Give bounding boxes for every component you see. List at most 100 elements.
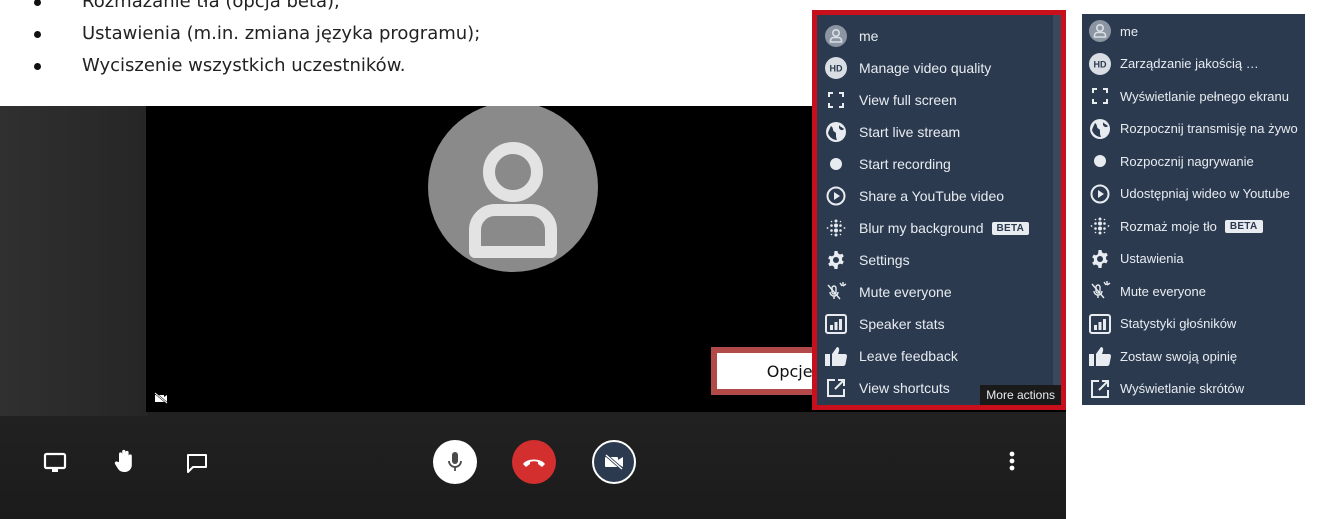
menu-item-label: Rozpocznij transmisję na żywo [1120, 121, 1298, 136]
chat-bubble-icon [187, 454, 207, 473]
menu-item-gear[interactable]: Settings [817, 244, 910, 276]
menu-item-label: View shortcuts [859, 380, 950, 396]
menu-item-label: Udostępniaj wideo w Youtube [1120, 186, 1290, 201]
menu-item-label: Mute everyone [859, 284, 952, 300]
menu-item-mute-everyone[interactable]: Mute everyone [817, 276, 952, 308]
raise-hand-button[interactable] [110, 446, 140, 476]
play-circle-icon [823, 183, 849, 209]
record-icon [1088, 148, 1112, 174]
chat-button[interactable] [182, 448, 212, 478]
fullscreen-icon [823, 87, 849, 113]
menu-item-globe[interactable]: Start live stream [817, 116, 960, 148]
more-actions-menu-en: me HD Manage video quality View full screen… [817, 15, 1061, 405]
hangup-button[interactable] [512, 440, 556, 484]
screen-share-button[interactable] [40, 448, 70, 478]
external-link-icon [1088, 376, 1112, 402]
phone-hangup-icon [523, 459, 545, 467]
camera-toggle-button[interactable] [592, 440, 636, 484]
more-actions-menu-pl: me HD Zarządzanie jakością … Wyświetlanie p… [1082, 14, 1305, 405]
svg-text:HD: HD [830, 64, 843, 74]
menu-item-stats[interactable]: Speaker stats [817, 308, 945, 340]
user-silhouette-icon [469, 142, 557, 258]
menu-item-external-link[interactable]: Wyświetlanie skrótów [1082, 373, 1244, 405]
menu-item-label: Zarządzanie jakością … [1120, 56, 1259, 71]
bullet-dot [34, 31, 41, 38]
bullet-item: Rozmazanie tła (opcja beta); [30, 0, 480, 18]
monitor-icon [43, 452, 67, 472]
menu-item-record[interactable]: Start recording [817, 148, 951, 180]
menu-item-label: Settings [859, 252, 910, 268]
hd-icon: HD [1088, 51, 1112, 77]
menu-item-label: Leave feedback [859, 348, 958, 364]
play-circle-icon [1088, 181, 1112, 207]
menu-item-thumbs-up[interactable]: Zostaw swoją opinię [1082, 340, 1237, 372]
thumbs-up-icon [823, 343, 849, 369]
camera-off-icon [605, 453, 623, 471]
menu-item-hd[interactable]: HD Manage video quality [817, 52, 991, 84]
menu-item-label: Start live stream [859, 124, 961, 140]
vertical-dots-icon [1009, 451, 1015, 471]
menu-scrollbar[interactable] [1053, 15, 1061, 385]
menu-item-label: Ustawienia [1120, 251, 1184, 266]
menu-item-label: Share a YouTube video [859, 188, 1005, 204]
user-avatar-icon [823, 23, 849, 49]
more-actions-button[interactable] [1004, 446, 1020, 476]
menu-item-globe[interactable]: Rozpocznij transmisję na żywo [1082, 113, 1298, 145]
instruction-bullet-list: Rozmazanie tła (opcja beta); Ustawienia … [30, 0, 480, 82]
thumbs-up-icon [1088, 343, 1112, 369]
microphone-icon [448, 452, 462, 471]
menu-item-thumbs-up[interactable]: Leave feedback [817, 340, 958, 372]
globe-icon [823, 119, 849, 145]
menu-item-play-circle[interactable]: Udostępniaj wideo w Youtube [1082, 178, 1290, 210]
gear-icon [1088, 246, 1112, 272]
menu-item-label: Start recording [859, 156, 951, 172]
menu-item-hd[interactable]: HD Zarządzanie jakością … [1082, 48, 1259, 80]
camera-off-icon [154, 392, 168, 404]
beta-badge: BETA [991, 221, 1030, 235]
menu-item-stats[interactable]: Statystyki głośników [1082, 308, 1236, 340]
blur-icon [823, 215, 849, 241]
menu-item-label: Mute everyone [1120, 283, 1206, 299]
menu-item-blur[interactable]: Rozmaż moje tło BETA [1082, 210, 1263, 242]
hand-icon [114, 449, 132, 472]
stats-icon [823, 311, 849, 337]
menu-item-label: Speaker stats [859, 316, 945, 332]
bullet-item: Wyciszenie wszystkich uczestników. [30, 50, 480, 82]
microphone-button[interactable] [433, 440, 477, 484]
menu-item-label: Statystyki głośników [1120, 316, 1237, 331]
menu-item-label: Manage video quality [859, 60, 992, 76]
fullscreen-icon [1088, 83, 1112, 109]
menu-item-user-avatar[interactable]: me [817, 20, 878, 52]
menu-item-fullscreen[interactable]: Wyświetlanie pełnego ekranu [1082, 80, 1289, 112]
mute-everyone-icon [1088, 278, 1112, 304]
menu-item-label: View full screen [859, 92, 957, 108]
stats-icon [1088, 311, 1112, 337]
menu-item-label: Wyświetlanie pełnego ekranu [1120, 88, 1289, 104]
external-link-icon [823, 375, 849, 401]
blur-icon [1088, 213, 1112, 239]
more-actions-menu-highlight: me HD Manage video quality View full screen… [812, 10, 1066, 410]
svg-text:HD: HD [1094, 59, 1107, 69]
menu-item-user-avatar[interactable]: me [1082, 15, 1138, 47]
menu-item-fullscreen[interactable]: View full screen [817, 84, 957, 116]
participant-avatar [428, 106, 598, 272]
bullet-text: Wyciszenie wszystkich uczestników. [82, 55, 406, 76]
menu-item-blur[interactable]: Blur my background BETA [817, 212, 1030, 244]
menu-item-label: me [859, 28, 879, 44]
mute-everyone-icon [823, 279, 849, 305]
gear-icon [823, 247, 849, 273]
menu-item-mute-everyone[interactable]: Mute everyone [1082, 275, 1206, 307]
menu-item-record[interactable]: Rozpocznij nagrywanie [1082, 145, 1254, 177]
menu-item-label: Blur my background [859, 220, 984, 236]
user-avatar-icon [1088, 18, 1112, 44]
meeting-toolbar [0, 432, 1066, 519]
bullet-item: Ustawienia (m.in. zmiana języka programu… [30, 18, 480, 50]
hd-icon: HD [823, 55, 849, 81]
menu-item-gear[interactable]: Ustawienia [1082, 243, 1184, 275]
menu-item-label: me [1120, 23, 1139, 39]
menu-item-play-circle[interactable]: Share a YouTube video [817, 180, 1004, 212]
bullet-dot [34, 63, 41, 70]
bullet-dot [34, 0, 41, 6]
bullet-text: Ustawienia (m.in. zmiana języka programu… [82, 23, 481, 44]
menu-item-external-link[interactable]: View shortcuts [817, 372, 950, 404]
